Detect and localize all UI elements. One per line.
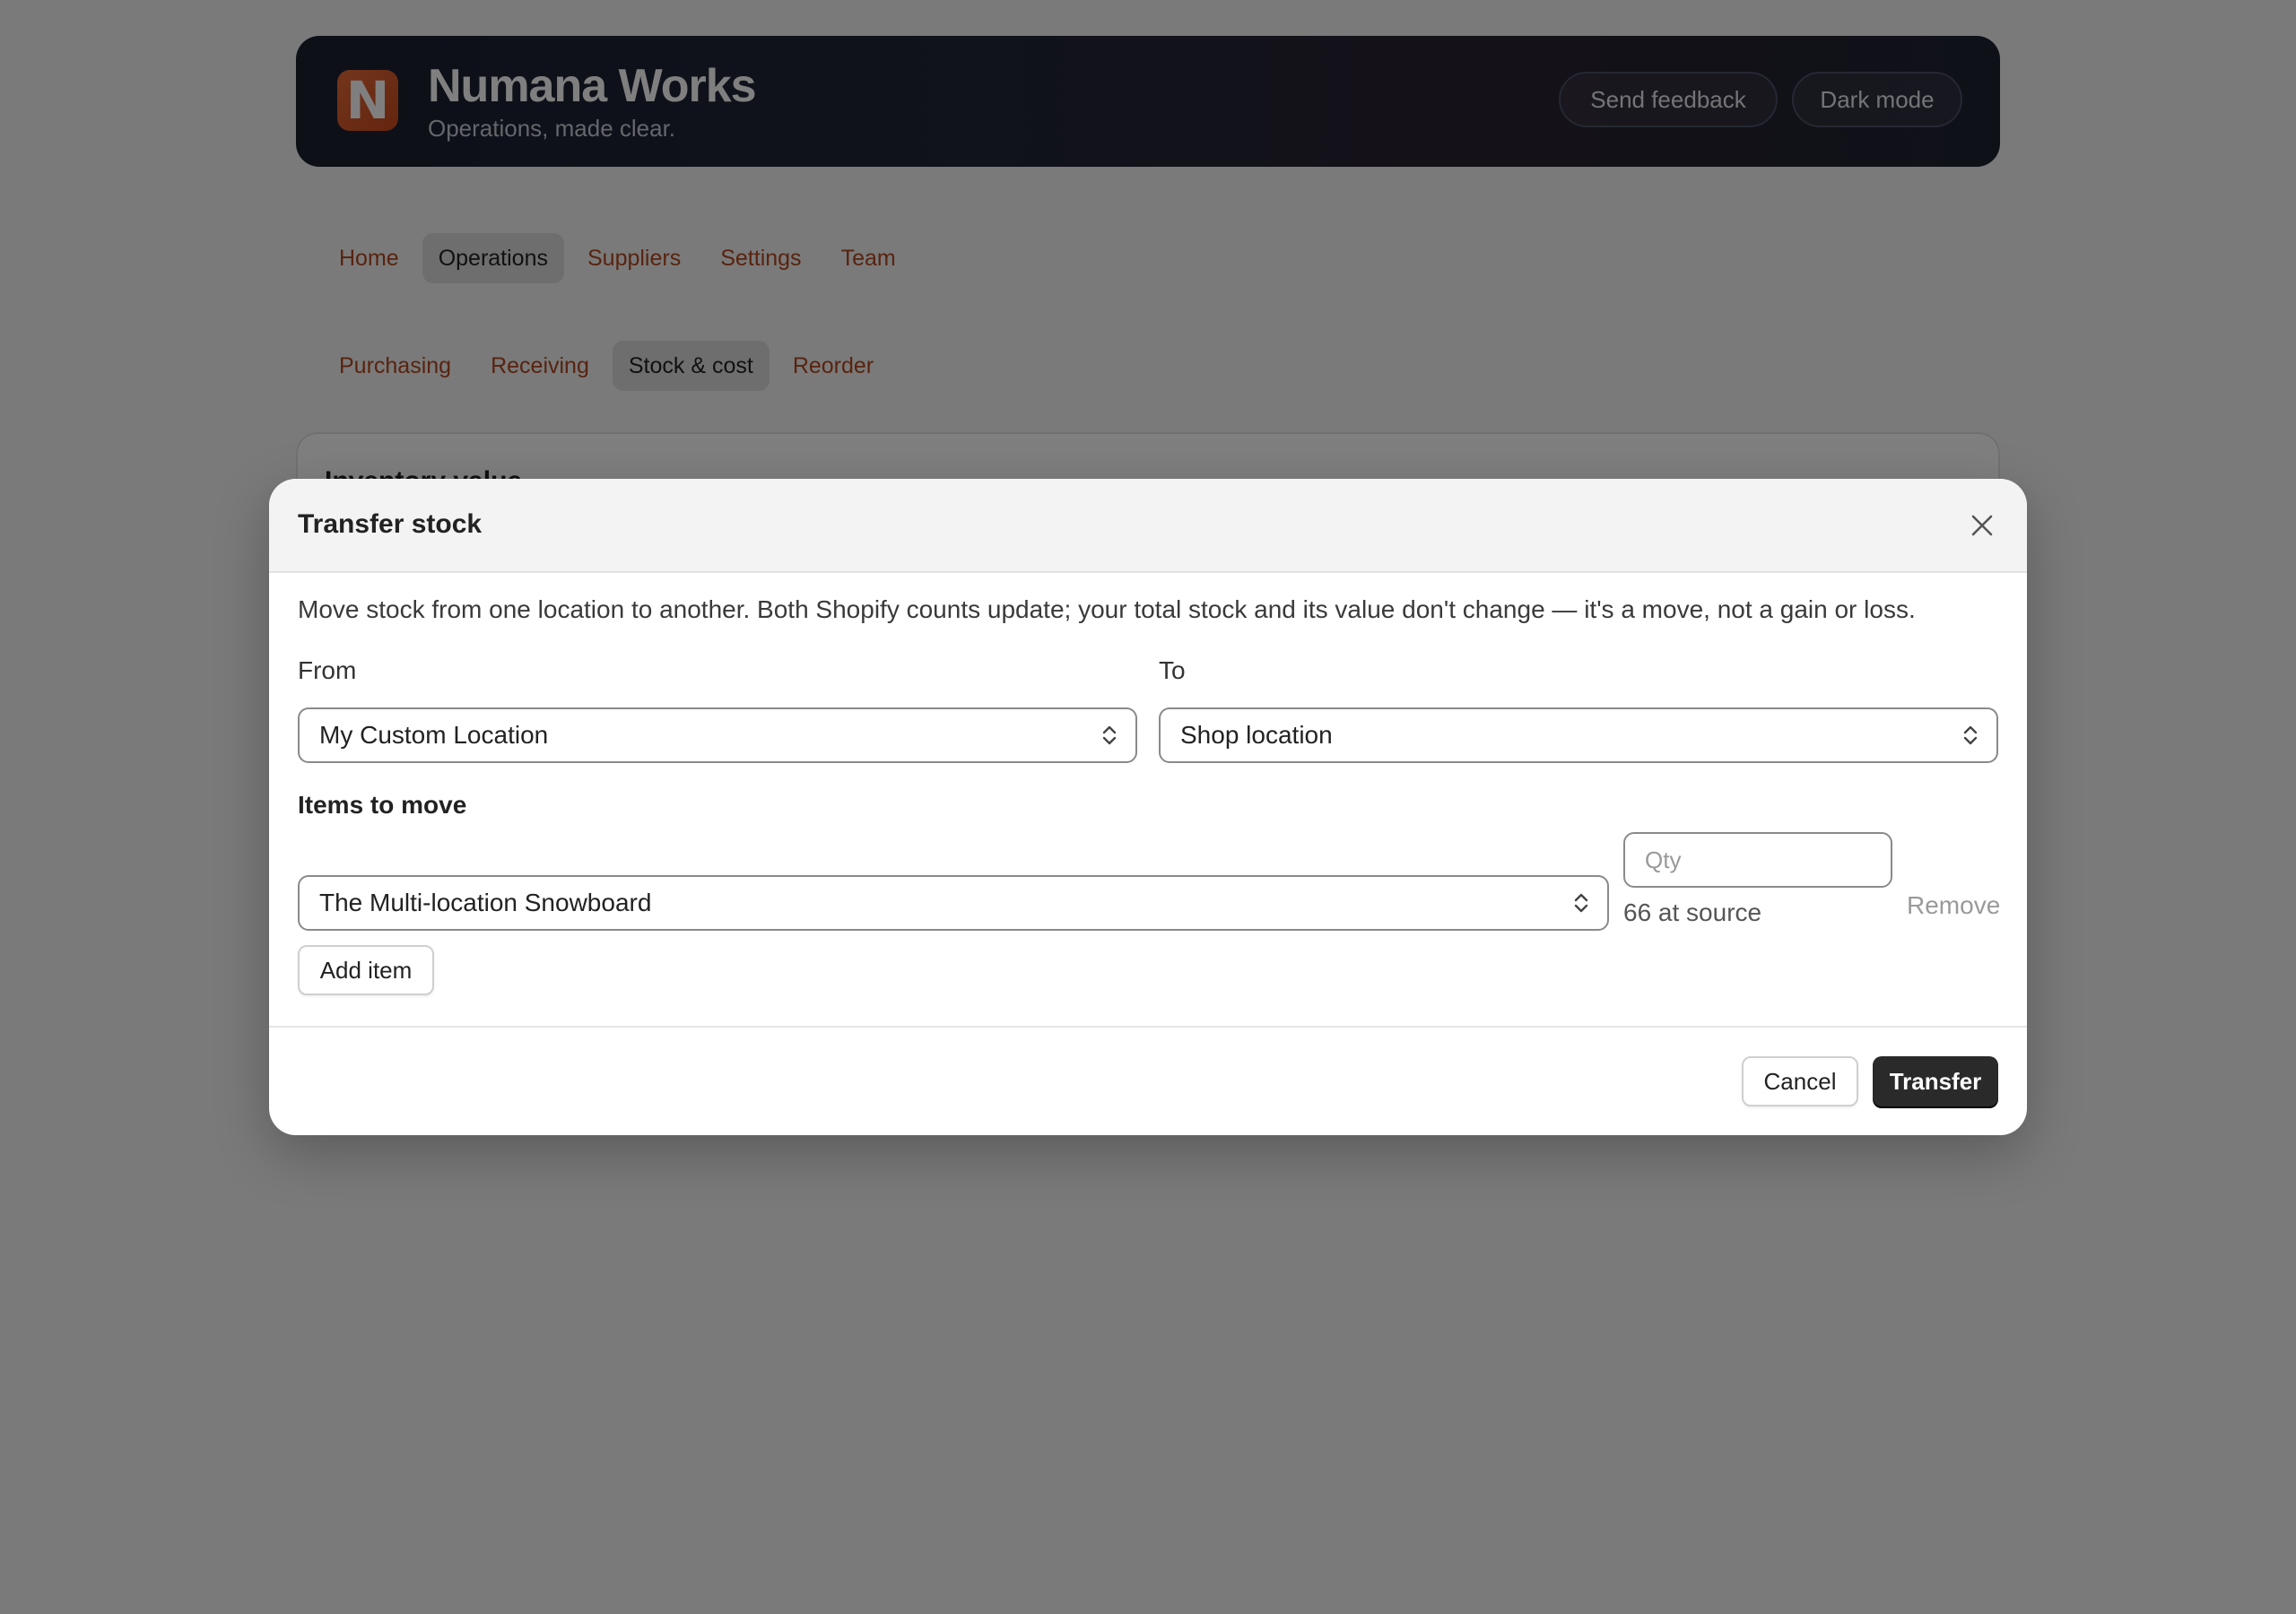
to-location-value: Shop location	[1180, 721, 1333, 749]
dialog-footer: Cancel Transfer	[269, 1026, 2027, 1135]
from-location-value: My Custom Location	[319, 721, 549, 749]
close-dialog-button[interactable]	[1961, 504, 2004, 547]
close-icon	[1971, 515, 1993, 536]
to-location-select[interactable]: Shop location	[1159, 707, 1998, 763]
chevron-up-down-icon	[1963, 725, 1978, 745]
cancel-button[interactable]: Cancel	[1742, 1056, 1858, 1106]
available-at-source: 66 at source	[1623, 898, 1762, 926]
items-to-move-label: Items to move	[298, 791, 467, 819]
dialog-header: Transfer stock	[269, 479, 2027, 573]
chevron-up-down-icon	[1102, 725, 1117, 745]
quantity-input[interactable]	[1623, 832, 1892, 888]
add-item-button[interactable]: Add item	[298, 945, 434, 995]
dialog-description: Move stock from one location to another.…	[298, 595, 1916, 623]
from-label: From	[298, 656, 357, 684]
item-select-value: The Multi-location Snowboard	[319, 889, 652, 916]
transfer-stock-dialog: Transfer stock Move stock from one locat…	[269, 479, 2027, 1135]
dialog-title: Transfer stock	[298, 509, 483, 539]
transfer-button[interactable]: Transfer	[1873, 1056, 1998, 1106]
to-label: To	[1159, 656, 1186, 684]
item-select[interactable]: The Multi-location Snowboard	[298, 875, 1609, 931]
from-location-select[interactable]: My Custom Location	[298, 707, 1137, 763]
chevron-up-down-icon	[1574, 893, 1588, 913]
remove-item-button[interactable]: Remove	[1907, 891, 2000, 920]
